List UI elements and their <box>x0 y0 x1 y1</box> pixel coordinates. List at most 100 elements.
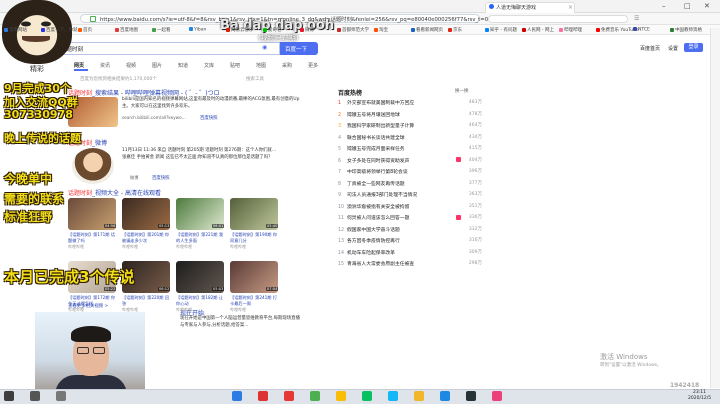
netease-icon[interactable] <box>258 391 268 401</box>
maximize-button[interactable]: □ <box>684 2 691 10</box>
bookmark-item[interactable]: 看看新闻网页 <box>411 27 443 33</box>
hot-list-item[interactable]: 10 澳洲华裔被指有关安全被拘留 351万 <box>338 203 482 212</box>
bookmark-item[interactable]: 百度一下，你就... <box>41 27 82 33</box>
hot-count: 434万 <box>468 134 482 140</box>
glasses-icon <box>93 347 105 354</box>
search-tab[interactable]: 网页 <box>74 62 84 69</box>
bookmark-item[interactable]: 中国教师资格 <box>670 27 702 33</box>
bookmark-item[interactable]: 知乎 - 有问题 <box>485 27 517 33</box>
hot-title: 澳洲华裔被指有关安全被拘留 <box>347 204 410 210</box>
minimize-button[interactable]: – <box>662 2 666 10</box>
app-icon[interactable] <box>466 391 476 401</box>
video-title[interactable]: 【话题时刻】第221期 我的人生多面 <box>176 232 226 243</box>
player-icon[interactable] <box>284 391 294 401</box>
bookmark-item[interactable]: NTCE <box>633 27 650 33</box>
search-tab[interactable]: 贴吧 <box>230 62 240 69</box>
search-input[interactable] <box>56 42 280 55</box>
hot-list-item[interactable]: 14 机动车车险起保率改革 309万 <box>338 249 482 258</box>
hot-count: 377万 <box>468 180 482 186</box>
result-title[interactable]: 话题时刻_视频大全 - 高清在线观看 <box>68 188 161 197</box>
chrome-icon[interactable] <box>336 391 346 401</box>
bookmark-item[interactable]: 哔哩哔哩 <box>559 27 582 33</box>
browser-icon[interactable] <box>232 391 242 401</box>
start-icon[interactable] <box>4 391 14 401</box>
bookmark-label: 常用网站 <box>9 28 27 33</box>
bookmark-item[interactable]: 常用网站 <box>4 27 27 33</box>
video-title[interactable]: 【话题时刻】第241期 打卡最后一周 <box>230 295 280 306</box>
hot-list-item[interactable]: 4 联合国秘书长谈话共建全球 434万 <box>338 134 482 143</box>
search-tab[interactable]: 采购 <box>282 62 292 69</box>
login-button[interactable]: 登录 <box>684 43 703 52</box>
bookmark-item[interactable]: 首都师范大学 <box>337 27 369 33</box>
hot-rank: 10 <box>338 204 345 210</box>
video-title[interactable]: 【话题时刻】第220期 回答 <box>122 295 172 306</box>
cache-link[interactable]: 百度快照 <box>200 115 218 121</box>
video-title[interactable]: 【话题时刻】第171期 话题做了吗 <box>68 232 118 243</box>
hot-list-item[interactable]: 12 假国家中国大学奋斗话题 332万 <box>338 226 482 235</box>
cache-link[interactable]: 百度快照 <box>152 175 170 181</box>
search-tab[interactable]: 地图 <box>256 62 266 69</box>
wechat-icon[interactable] <box>362 391 372 401</box>
search-tab[interactable]: 文库 <box>204 62 214 69</box>
bookmark-label: NTCE <box>638 27 650 33</box>
bookmark-item[interactable]: 淘宝 <box>374 27 388 33</box>
weibo-avatar[interactable] <box>72 148 114 184</box>
extra-link[interactable]: 百度首页 <box>640 45 660 52</box>
search-tab[interactable]: 更多 <box>308 62 318 69</box>
stream-watermark-sub: (视频已过期) <box>258 34 299 42</box>
hot-list-item[interactable]: 2 嫦娥五号将月壤送回地球 478万 <box>338 111 482 120</box>
folder-icon[interactable] <box>414 391 424 401</box>
video-icon[interactable] <box>310 391 320 401</box>
bookmark-item[interactable]: 爱奇艺 <box>263 27 282 33</box>
settings-link[interactable]: 设置 <box>668 45 678 52</box>
hot-list-item[interactable]: 15 青海省人大常委会原副主任被查 298万 <box>338 260 482 269</box>
bookmark-item[interactable]: Yiban <box>189 27 206 33</box>
hot-list-item[interactable]: 5 嫦娥五号完成月面采样任务 415万 <box>338 145 482 154</box>
camera-icon[interactable]: ◉ <box>262 44 267 51</box>
search-tab[interactable]: 视频 <box>126 62 136 69</box>
bookmark-favicon-icon <box>596 27 600 32</box>
bookmark-item[interactable]: 首页 <box>78 27 92 33</box>
tab-close-icon[interactable]: × <box>568 4 573 11</box>
search-tools-link[interactable]: 搜索工具 <box>246 76 264 82</box>
taskview-icon[interactable] <box>56 391 66 401</box>
search-tab[interactable]: 图片 <box>152 62 162 69</box>
hot-list-item[interactable]: 7 中印高级将领举行第8轮会谈 396万 <box>338 168 482 177</box>
bookmark-label: 淘宝 <box>379 28 388 33</box>
tab-favicon-icon <box>489 4 494 9</box>
hot-list-item[interactable]: 3 我国科学家研制出新型量子计算 464万 <box>338 122 482 131</box>
result-url[interactable]: 微博 <box>130 175 138 181</box>
bookmark-item[interactable]: 微博 <box>300 27 314 33</box>
bookmark-item[interactable]: 一起看 <box>152 27 171 33</box>
search-tab[interactable]: 资讯 <box>100 62 110 69</box>
qq-icon[interactable] <box>388 391 398 401</box>
hot-list-item[interactable]: 13 各方因冬季疫情防控再行 316万 <box>338 237 482 246</box>
result-url[interactable]: search.bilibili.com/all?keywo... <box>122 115 186 120</box>
menu-icon[interactable]: ☰ <box>634 15 639 22</box>
music-icon[interactable] <box>492 391 502 401</box>
search-tab[interactable]: 知道 <box>178 62 188 69</box>
bookmark-item[interactable]: 人民网 - 网上 <box>522 27 554 33</box>
taskbar-clock[interactable]: 23:11 2020/12/5 <box>688 390 711 401</box>
video-title[interactable]: 【话题时刻】第190期 你同意几分 <box>230 232 280 243</box>
hot-list-item[interactable]: 8 丁真被全一些网友再传话题 377万 <box>338 180 482 189</box>
ie-icon[interactable] <box>440 391 450 401</box>
browser-search-input[interactable] <box>488 15 628 23</box>
bookmark-item[interactable]: 网易云音乐 <box>226 27 254 33</box>
refresh-hot-button[interactable]: 换一换 <box>455 88 469 94</box>
hot-list-item[interactable]: 1 外交部宣布就美国制裁中方回应 483万 <box>338 99 482 108</box>
hot-list-item[interactable]: 11 何炅被人问道该怎么回答一题 336万 <box>338 214 482 223</box>
close-window-button[interactable]: ✕ <box>704 2 710 10</box>
hot-list-item[interactable]: 6 女子多处在同时获得资助发声 404万 <box>338 157 482 166</box>
video-title[interactable]: 【话题时刻】第182期 让你心动 <box>176 295 226 306</box>
hot-title: 外交部宣布就美国制裁中方回应 <box>347 101 415 106</box>
video-title[interactable]: 【话题时刻】第172期 你今天过得怎样 <box>68 295 118 306</box>
hot-rank: 6 <box>338 158 342 164</box>
hot-list-item[interactable]: 9 司法人员通报3部门处理不当情况 363万 <box>338 191 482 200</box>
video-title[interactable]: 【话题时刻】第201期 你被骗走多少次 <box>122 232 172 243</box>
result-title[interactable]: 话题时刻_搜索结果 - 哔哩哔哩弹幕视频网 - ( ゜- ゜)つロ <box>68 88 220 97</box>
search-icon[interactable] <box>30 391 40 401</box>
hot-count: 351万 <box>468 203 482 209</box>
bookmark-item[interactable]: 百度地图 <box>115 27 138 33</box>
bookmark-item[interactable]: 京东 <box>448 27 462 33</box>
